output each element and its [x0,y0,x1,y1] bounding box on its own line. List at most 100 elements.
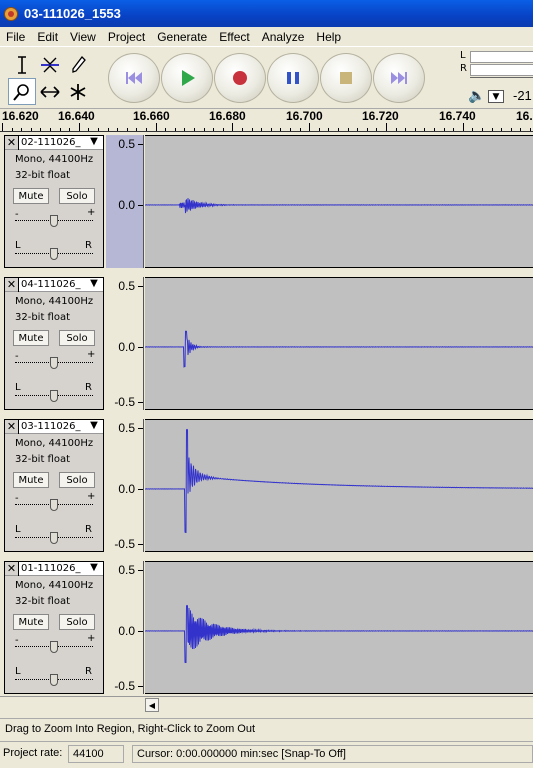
pan-slider[interactable] [50,248,58,260]
ruler-tick [213,128,215,131]
pan-right-label: R [85,524,92,535]
waveform-display[interactable] [145,135,533,268]
scale-top-label: 0.5 [118,137,135,151]
gain-min-label: - [15,635,19,646]
gain-max-label: + [87,207,96,218]
menu-help[interactable]: Help [310,30,347,44]
audio-track: ✕ 01-111026_ ▼ Mono, 44100Hz 32-bit floa… [0,558,533,698]
ruler-tick [184,128,186,131]
ruler-tick [414,128,416,131]
waveform-path [145,198,533,214]
track-bit-depth: 32-bit float [15,454,71,465]
ruler-tick [40,128,42,131]
menu-analyze[interactable]: Analyze [256,30,311,44]
project-rate-label: Project rate: [3,747,63,759]
track-control-panel[interactable]: ✕ 02-111026_ ▼ Mono, 44100Hz 32-bit floa… [4,135,104,268]
gain-slider[interactable] [50,357,58,369]
horizontal-scrollbar[interactable]: ◀ [0,696,533,712]
track-name-menu[interactable]: 04-111026_ [19,278,85,291]
menu-generate[interactable]: Generate [151,30,213,44]
close-track-icon[interactable]: ✕ [5,135,19,150]
pan-right-label: R [85,666,92,677]
waveform-display[interactable] [145,277,533,410]
close-track-icon[interactable]: ✕ [5,561,19,576]
draw-tool-icon[interactable] [64,51,92,78]
track-name-menu[interactable]: 03-111026_ [19,420,85,433]
record-button[interactable] [214,53,266,103]
gain-max-label: + [87,349,96,360]
play-button[interactable] [161,53,213,103]
track-name-menu[interactable]: 01-111026_ [19,562,85,575]
ruler-tick [270,128,272,131]
track-control-panel[interactable]: ✕ 04-111026_ ▼ Mono, 44100Hz 32-bit floa… [4,277,104,410]
timeline-ruler[interactable]: 16.620 16.640 16.660 16.680 16.700 16.72… [0,108,533,132]
ruler-tick [366,128,368,131]
waveform-path [145,604,533,663]
pause-button[interactable] [267,53,319,103]
mute-button[interactable]: Mute [13,188,49,204]
waveform-display[interactable] [145,419,533,552]
ruler-tick [69,128,71,131]
menu-project[interactable]: Project [102,30,151,44]
menu-view[interactable]: View [64,30,102,44]
scale-tick [138,428,143,429]
timeshift-tool-icon[interactable] [36,78,64,105]
track-format: Mono, 44100Hz [15,580,94,591]
track-menu-arrow-icon[interactable]: ▼ [85,420,103,433]
gain-max-label: + [87,491,96,502]
close-track-icon[interactable]: ✕ [5,277,19,292]
waveform-display[interactable] [145,561,533,694]
ruler-tick [30,128,32,131]
pan-slider[interactable] [50,390,58,402]
ruler-tick [280,128,282,131]
track-control-panel[interactable]: ✕ 03-111026_ ▼ Mono, 44100Hz 32-bit floa… [4,419,104,552]
ruler-tick-label: 16.700 [286,109,323,123]
close-track-icon[interactable]: ✕ [5,419,19,434]
solo-button[interactable]: Solo [59,188,95,204]
scroll-left-icon[interactable]: ◀ [145,698,159,712]
meter-left-bar[interactable] [470,51,533,63]
skip-to-end-button[interactable] [373,53,425,103]
meter-right-bar[interactable] [470,64,533,76]
stop-button[interactable] [320,53,372,103]
waveform [145,428,533,533]
ruler-tick [309,123,311,131]
multi-tool-icon[interactable] [64,78,92,105]
menu-edit[interactable]: Edit [31,30,64,44]
ruler-tick [155,123,157,131]
vertical-ruler: 0.5 0.0 [106,135,144,268]
solo-button[interactable]: Solo [59,472,95,488]
pan-slider[interactable] [50,532,58,544]
mute-button[interactable]: Mute [13,472,49,488]
selection-tool-icon[interactable] [8,51,36,78]
track-menu-arrow-icon[interactable]: ▼ [85,136,103,149]
ruler-tick [453,128,455,131]
solo-button[interactable]: Solo [59,614,95,630]
track-menu-arrow-icon[interactable]: ▼ [85,562,103,575]
gain-slider[interactable] [50,215,58,227]
project-rate-input[interactable]: 44100 [68,745,124,763]
pan-slider[interactable] [50,674,58,686]
ruler-tick-label: 16.720 [362,109,399,123]
mute-button[interactable]: Mute [13,330,49,346]
gain-slider[interactable] [50,499,58,511]
mute-button[interactable]: Mute [13,614,49,630]
solo-button[interactable]: Solo [59,330,95,346]
skip-to-start-button[interactable] [108,53,160,103]
ruler-tick [88,128,90,131]
track-bit-depth: 32-bit float [15,596,71,607]
track-name-menu[interactable]: 02-111026_ [19,136,85,149]
pan-left-label: L [15,240,21,251]
track-control-panel[interactable]: ✕ 01-111026_ ▼ Mono, 44100Hz 32-bit floa… [4,561,104,694]
envelope-tool-icon[interactable] [36,51,64,78]
ruler-tick [290,128,291,131]
scale-top-label: 0.5 [118,563,135,577]
meter-dropdown[interactable]: ▼ [488,90,504,103]
zoom-tool-icon[interactable] [8,78,36,105]
gain-slider[interactable] [50,641,58,653]
menu-effect[interactable]: Effect [213,30,255,44]
ruler-tick [232,123,234,131]
selection-bar: Project rate: 44100 Cursor: 0:00.000000 … [0,741,533,768]
menu-file[interactable]: File [0,30,31,44]
track-menu-arrow-icon[interactable]: ▼ [85,278,103,291]
